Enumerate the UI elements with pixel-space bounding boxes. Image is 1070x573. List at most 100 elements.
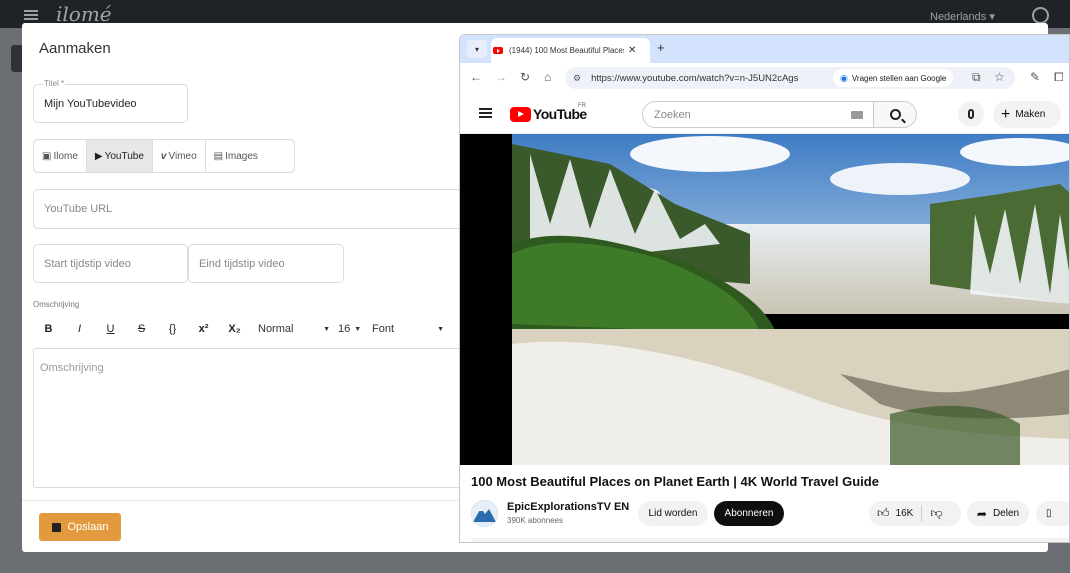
search-icon xyxy=(889,109,901,120)
tab-images-label: Images xyxy=(225,150,258,162)
youtube-favicon-icon xyxy=(493,47,503,54)
editor-toolbar: B I U S {} x² X₂ Normal ▼ 16 ▼ Font ▼ xyxy=(33,317,444,341)
bookmark-icon: ▯ xyxy=(1046,508,1052,519)
browser-tab-title: (1944) 100 Most Beautiful Places xyxy=(509,46,624,55)
floppy-disk-icon xyxy=(51,522,61,532)
heading-select-value: Normal xyxy=(258,323,294,335)
tab-images[interactable]: ▤ Images xyxy=(206,140,266,172)
channel-row: EpicExplorationsTV EN 390K abonnees Lid … xyxy=(460,498,1069,534)
channel-name[interactable]: EpicExplorationsTV EN xyxy=(507,501,629,513)
new-tab-icon[interactable]: + xyxy=(657,40,665,55)
font-select-value: Font xyxy=(372,323,395,335)
vimeo-icon: v xyxy=(160,150,167,162)
like-count: 16K xyxy=(895,508,914,519)
back-icon[interactable]: ← xyxy=(470,70,482,84)
source-tabs: ▣ Ilome ▶ YouTube v Vimeo ▤ Images xyxy=(33,139,295,173)
font-select[interactable]: Font ▼ xyxy=(372,323,444,335)
images-icon: ▤ xyxy=(213,150,224,162)
language-selector[interactable]: Nederlands ▾ xyxy=(930,10,995,23)
youtube-search-input[interactable]: Zoeken xyxy=(642,101,874,128)
share-icon: ➦ xyxy=(976,506,987,521)
like-dislike-group: 👍︎ 16K 👎︎ xyxy=(869,501,961,526)
share-button[interactable]: ➦ Delen xyxy=(967,501,1029,526)
user-icon[interactable] xyxy=(1032,7,1049,24)
ask-google-button[interactable]: ◉ Vragen stellen aan Google xyxy=(833,69,954,87)
strike-button[interactable]: S xyxy=(126,323,157,335)
like-divider xyxy=(921,505,923,522)
save-button[interactable]: Opslaan xyxy=(39,513,121,541)
code-button[interactable]: {} xyxy=(157,323,188,335)
youtube-play-icon xyxy=(510,106,531,122)
forward-icon[interactable]: → xyxy=(495,70,507,84)
chevron-down-icon: ▼ xyxy=(354,325,362,333)
site-info-icon[interactable]: ⚙ xyxy=(573,73,581,84)
join-button[interactable]: Lid worden xyxy=(638,501,708,526)
size-select[interactable]: 16 ▼ xyxy=(338,323,364,335)
chevron-down-icon: ▾ xyxy=(474,44,479,54)
channel-avatar[interactable] xyxy=(471,500,498,527)
search-button[interactable] xyxy=(873,101,917,128)
url-text: https://www.youtube.com/watch?v=n-J5UN2c… xyxy=(591,72,799,84)
youtube-logo[interactable]: YouTube xyxy=(510,106,587,122)
description-box-edge xyxy=(471,538,1069,542)
eyedropper-icon[interactable]: ✎ xyxy=(1030,70,1040,84)
tab-ilome[interactable]: ▣ Ilome xyxy=(34,140,87,172)
search-placeholder: Zoeken xyxy=(654,108,691,121)
end-time-input[interactable]: Eind tijdstip video xyxy=(188,244,344,283)
voice-search-button[interactable] xyxy=(958,101,984,127)
underline-button[interactable]: U xyxy=(95,323,126,335)
create-button[interactable]: + Maken xyxy=(993,101,1061,128)
language-label: Nederlands xyxy=(930,11,987,23)
tab-youtube[interactable]: ▶ YouTube xyxy=(86,140,153,172)
tab-vimeo[interactable]: v Vimeo xyxy=(153,140,206,172)
heading-select[interactable]: Normal ▼ xyxy=(258,323,330,335)
bookmark-star-icon[interactable]: ☆ xyxy=(994,70,1005,84)
tab-search-button[interactable]: ▾ xyxy=(467,40,487,58)
browser-navbar: ← → ↻ ⌂ ⚙ https://www.youtube.com/watch?… xyxy=(460,63,1069,94)
create-label: Maken xyxy=(1015,109,1046,120)
start-time-input[interactable]: Start tijdstip video xyxy=(33,244,188,283)
extensions-icon[interactable]: ⧠ xyxy=(1054,70,1064,85)
description-editor[interactable]: Omschrijving xyxy=(33,348,463,488)
youtube-icon: ▶ xyxy=(94,150,103,162)
close-icon[interactable]: ✕ xyxy=(628,45,636,56)
mountain-icon xyxy=(471,500,498,527)
tab-ilome-label: Ilome xyxy=(53,150,78,162)
title-label: Titel * xyxy=(43,79,66,88)
country-code: FR xyxy=(578,103,586,109)
tab-youtube-label: YouTube xyxy=(104,150,144,162)
footer-divider xyxy=(22,500,459,501)
video-player[interactable] xyxy=(460,134,1069,465)
share-label: Delen xyxy=(992,508,1020,519)
keyboard-icon[interactable] xyxy=(851,111,863,119)
thumbs-up-icon[interactable]: 👍︎ xyxy=(877,506,890,521)
chevron-down-icon: ▼ xyxy=(437,325,444,333)
superscript-button[interactable]: x² xyxy=(188,323,219,335)
modal-title: Aanmaken xyxy=(39,40,111,57)
video-title: 100 Most Beautiful Places on Planet Eart… xyxy=(471,474,879,489)
plus-icon: + xyxy=(1001,105,1011,123)
bold-button[interactable]: B xyxy=(33,323,64,335)
youtube-url-input[interactable]: YouTube URL xyxy=(33,189,473,229)
microphone-icon xyxy=(968,109,974,119)
waterfall-thumbnail xyxy=(460,134,1069,465)
save-label: Opslaan xyxy=(67,521,109,533)
description-label: Omschrijving xyxy=(33,300,80,309)
browser-tab[interactable]: (1944) 100 Most Beautiful Places ✕ xyxy=(491,38,650,63)
menu-icon[interactable] xyxy=(24,10,38,20)
italic-button[interactable]: I xyxy=(64,323,95,335)
subscript-button[interactable]: X₂ xyxy=(219,323,250,335)
home-icon[interactable]: ⌂ xyxy=(544,70,551,84)
subscriber-count: 390K abonnees xyxy=(507,516,564,525)
title-input[interactable]: Mijn YouTubevideo xyxy=(33,84,188,123)
youtube-header: YouTube FR Zoeken + Maken xyxy=(460,94,1069,134)
thumbs-down-icon[interactable]: 👎︎ xyxy=(930,506,942,521)
size-select-value: 16 xyxy=(338,323,351,335)
save-video-button[interactable]: ▯ xyxy=(1036,501,1069,526)
install-icon[interactable]: ⧉ xyxy=(972,70,981,85)
reload-icon[interactable]: ↻ xyxy=(520,70,530,84)
lens-icon: ◉ xyxy=(840,72,848,83)
subscribe-button[interactable]: Abonneren xyxy=(714,501,784,526)
address-bar[interactable]: ⚙ https://www.youtube.com/watch?v=n-J5UN… xyxy=(565,67,1015,89)
menu-icon[interactable] xyxy=(479,108,492,118)
